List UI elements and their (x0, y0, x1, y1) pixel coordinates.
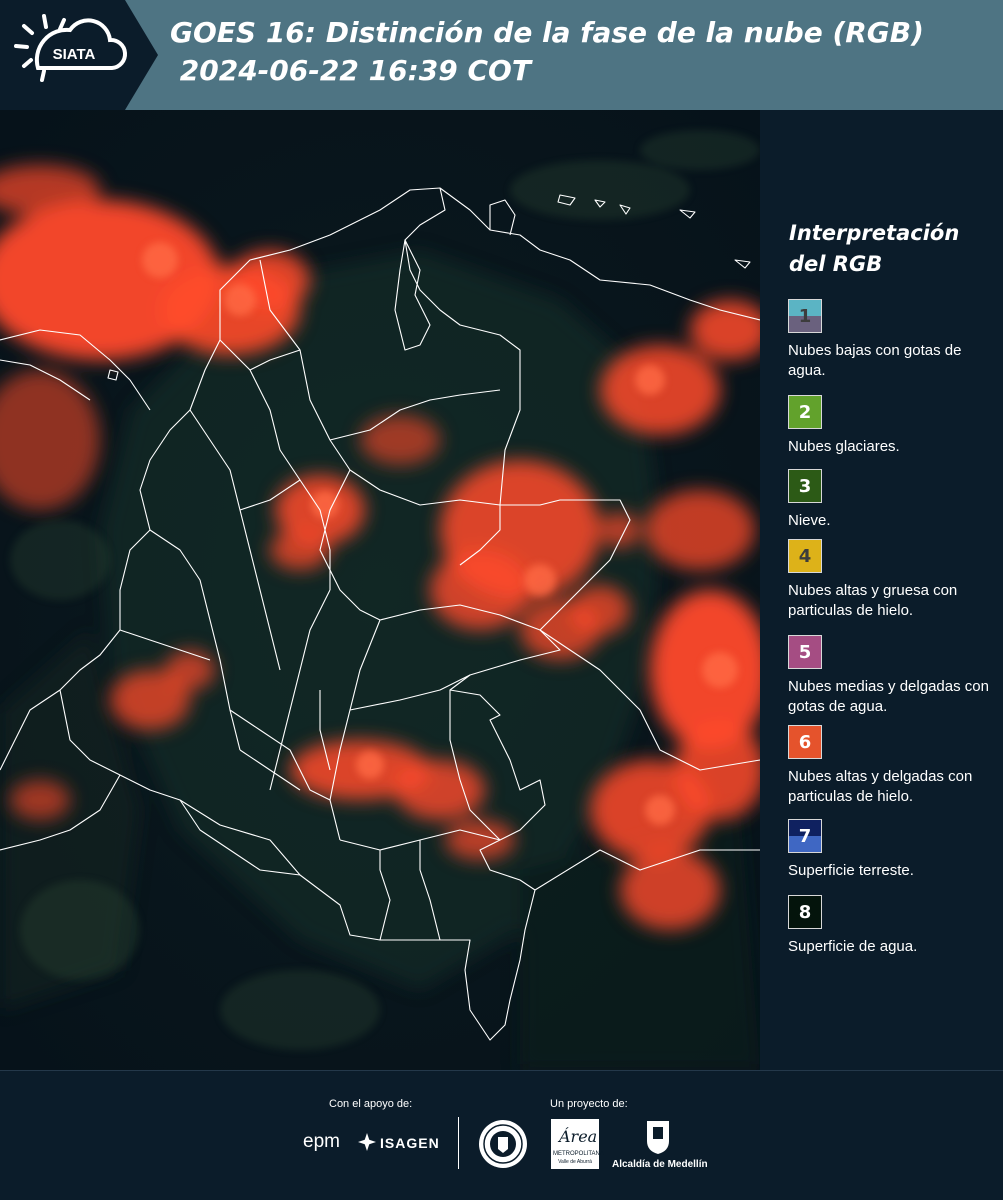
legend-item-3: 3 Nieve. (788, 469, 1000, 531)
legend-number-2: 2 (798, 401, 812, 423)
legend-swatch-8: 8 (788, 895, 822, 929)
legend-label-8: Superficie de agua. (788, 938, 918, 955)
legend-number-8: 8 (798, 901, 812, 923)
area-subtitle-2: Valle de Aburrá (558, 1159, 592, 1165)
isagen-logo-icon (358, 1133, 376, 1151)
legend-number-5: 5 (798, 641, 812, 663)
project-label: Un proyecto de: (550, 1098, 628, 1110)
legend-swatch-5: 5 (788, 635, 822, 669)
area-subtitle: METROPOLITANA (553, 1151, 604, 1157)
legend-number-1: 1 (798, 305, 812, 327)
legend-label-2: Nubes glaciares. (788, 438, 900, 455)
area-title: Área (559, 1127, 598, 1146)
legend-item-7: 7 Superficie terreste. (788, 819, 1000, 881)
header-bar: SIATA GOES 16: Distinción de la fase de … (0, 0, 1003, 110)
legend-number-4: 4 (798, 545, 812, 567)
legend-item-5: 5 Nubes medias y delgadas con gotas de a… (788, 635, 1000, 717)
legend-label-1: Nubes bajas con gotas de agua. (788, 342, 962, 379)
legend-item-1: 1 Nubes bajas con gotas de agua. (788, 299, 1000, 381)
legend-swatch-7: 7 (788, 819, 822, 853)
footer-divider (458, 1117, 459, 1169)
legend-swatch-2: 2 (788, 395, 822, 429)
epm-logo: epm (303, 1131, 340, 1152)
legend-item-4: 4 Nubes altas y gruesa con particulas de… (788, 539, 1000, 621)
footer: Con el apoyo de: Un proyecto de: epm ISA… (0, 1070, 1003, 1200)
legend-label-3: Nieve. (788, 512, 831, 529)
legend-label-6: Nubes altas y delgadas con particulas de… (788, 768, 973, 805)
alcaldia-shield-icon (647, 1121, 669, 1154)
support-label: Con el apoyo de: (329, 1098, 413, 1110)
alcaldia-label: Alcaldía de Medellín (612, 1159, 708, 1170)
isagen-logo: ISAGEN (380, 1135, 440, 1151)
legend-label-4: Nubes altas y gruesa con particulas de h… (788, 582, 958, 619)
siata-logo-text: SIATA (53, 46, 96, 63)
legend-label-5: Nubes medias y delgadas con gotas de agu… (788, 678, 989, 715)
legend-swatch-3: 3 (788, 469, 822, 503)
seal-logo (479, 1120, 527, 1168)
legend-item-6: 6 Nubes altas y delgadas con particulas … (788, 725, 1000, 807)
rgb-satellite-image (0, 110, 760, 1070)
area-metropolitana-logo: Área METROPOLITANA Valle de Aburrá (551, 1119, 604, 1169)
legend-title: Interpretación del RGB (789, 221, 960, 276)
siata-logo: SIATA (0, 0, 158, 110)
legend-number-3: 3 (798, 475, 812, 497)
legend-swatch-1: 1 (788, 299, 822, 333)
legend-number-7: 7 (798, 825, 812, 847)
satellite-map (0, 110, 760, 1070)
legend-panel: Interpretación del RGB 1 Nubes bajas con… (760, 110, 1003, 1070)
page-title: GOES 16: Distinción de la fase de la nub… (170, 16, 924, 87)
legend-number-6: 6 (798, 731, 812, 753)
legend-item-8: 8 Superficie de agua. (788, 895, 1000, 957)
legend-swatch-4: 4 (788, 539, 822, 573)
legend-label-7: Superficie terreste. (788, 862, 914, 879)
legend-swatch-6: 6 (788, 725, 822, 759)
legend-item-2: 2 Nubes glaciares. (788, 395, 1000, 457)
